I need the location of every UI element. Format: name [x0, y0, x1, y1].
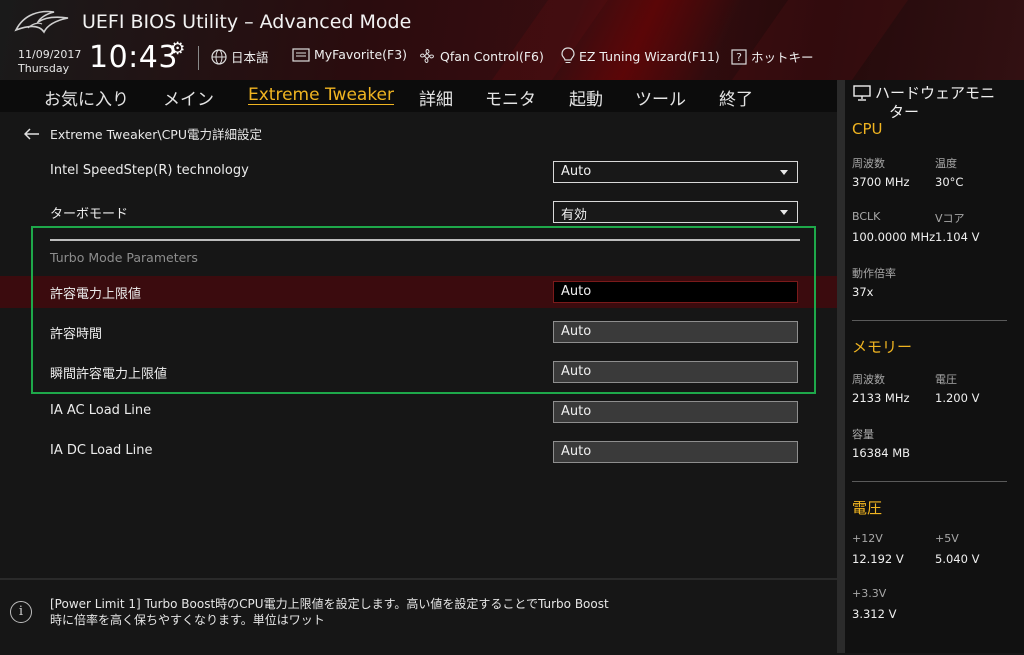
voltage-heading: 電圧 — [852, 499, 883, 517]
header-bar: UEFI BIOS Utility – Advanced Mode 11/09/… — [0, 0, 1024, 80]
hotkeys-button[interactable]: ? ホットキー — [731, 47, 814, 66]
setting-row-speedstep[interactable]: Intel SpeedStep(R) technology Auto — [0, 156, 837, 188]
rog-logo-icon — [14, 10, 69, 34]
tab-extreme-tweaker[interactable]: Extreme Tweaker — [248, 85, 394, 105]
main-nav: お気に入り メイン Extreme Tweaker 詳細 モニタ 起動 ツール … — [0, 80, 837, 112]
header-decor — [731, 0, 909, 80]
v33-label: +3.3V — [852, 587, 887, 600]
v12-label: +12V — [852, 532, 883, 545]
v5-value: 5.040 V — [935, 552, 980, 566]
setting-label: IA DC Load Line — [50, 443, 153, 458]
v12-value: 12.192 V — [852, 552, 904, 566]
language-label: 日本語 — [231, 50, 269, 65]
panel-divider — [837, 80, 845, 653]
setting-label: Intel SpeedStep(R) technology — [50, 163, 249, 178]
ez-tuning-button[interactable]: EZ Tuning Wizard(F11) — [561, 47, 720, 65]
tab-main[interactable]: メイン — [163, 85, 214, 110]
mem-volt-value: 1.200 V — [935, 391, 980, 405]
settings-panel: Extreme Tweaker\CPU電力詳細設定 Intel SpeedSte… — [0, 112, 837, 577]
cpu-temp-label: 温度 — [935, 157, 957, 170]
chevron-down-icon — [780, 210, 788, 215]
vcore-value: 1.104 V — [935, 230, 980, 244]
ia-dc-load-line-input[interactable]: Auto — [553, 441, 798, 463]
ratio-value: 37x — [852, 285, 874, 299]
hw-title-line1: ハードウェアモニ — [875, 84, 996, 102]
favorite-list-icon — [292, 47, 310, 62]
highlight-annotation-box — [31, 226, 816, 394]
input-value: Auto — [561, 444, 592, 459]
date-text: 11/09/2017 — [18, 48, 82, 61]
header-divider — [198, 46, 199, 70]
setting-label: IA AC Load Line — [50, 403, 152, 418]
header-decor — [491, 0, 609, 80]
bclk-label: BCLK — [852, 210, 881, 223]
help-bar: i [Power Limit 1] Turbo Boost時のCPU電力上限値を… — [0, 578, 837, 655]
myfavorite-button[interactable]: MyFavorite(F3) — [292, 47, 407, 62]
mem-cap-label: 容量 — [852, 428, 874, 441]
mem-freq-label: 周波数 — [852, 373, 885, 386]
hotkeys-label: ホットキー — [751, 50, 814, 65]
dropdown-value: 有効 — [561, 208, 588, 223]
hw-monitor-title: ハードウェアモニ ター — [853, 84, 1021, 122]
lightbulb-icon — [561, 47, 575, 63]
setting-row-turbo-mode[interactable]: ターボモード 有効 — [0, 196, 837, 228]
mem-cap-value: 16384 MB — [852, 446, 911, 460]
gear-icon[interactable]: ⚙ — [170, 39, 185, 59]
cpu-freq-label: 周波数 — [852, 157, 885, 170]
turbo-mode-dropdown[interactable]: 有効 — [553, 201, 798, 223]
cpu-freq-value: 3700 MHz — [852, 175, 910, 189]
setting-row-ia-ac-load-line[interactable]: IA AC Load Line Auto — [0, 396, 837, 428]
input-value: Auto — [561, 404, 592, 419]
weekday-text: Thursday — [18, 62, 70, 75]
fan-icon — [420, 49, 434, 63]
language-button[interactable]: 日本語 — [211, 47, 269, 66]
chevron-down-icon — [780, 170, 788, 175]
info-icon: i — [10, 601, 32, 623]
cpu-temp-value: 30°C — [935, 175, 964, 189]
vcore-label: Vコア — [935, 212, 965, 225]
v5-label: +5V — [935, 532, 959, 545]
hw-section-divider — [852, 481, 1007, 482]
tab-advanced[interactable]: 詳細 — [419, 85, 453, 110]
dropdown-value: Auto — [561, 164, 592, 179]
globe-icon — [211, 48, 227, 65]
app-title: UEFI BIOS Utility – Advanced Mode — [82, 11, 412, 33]
tab-tool[interactable]: ツール — [635, 85, 686, 110]
mem-volt-label: 電圧 — [935, 373, 957, 386]
myfavorite-label: MyFavorite(F3) — [314, 47, 408, 62]
tab-monitor[interactable]: モニタ — [485, 85, 536, 110]
svg-text:?: ? — [736, 51, 742, 64]
setting-label: ターボモード — [50, 207, 129, 222]
tab-favorites[interactable]: お気に入り — [44, 85, 129, 110]
qfan-button[interactable]: Qfan Control(F6) — [418, 47, 544, 65]
hardware-monitor-panel: ハードウェアモニ ター CPU 周波数 温度 3700 MHz 30°C BCL… — [845, 80, 1024, 653]
v33-value: 3.312 V — [852, 607, 897, 621]
setting-row-ia-dc-load-line[interactable]: IA DC Load Line Auto — [0, 436, 837, 468]
bclk-value: 100.0000 MHz — [852, 230, 936, 244]
hw-section-divider — [852, 320, 1007, 321]
mem-freq-value: 2133 MHz — [852, 391, 910, 405]
breadcrumb-path: Extreme Tweaker\CPU電力詳細設定 — [50, 127, 262, 142]
breadcrumb[interactable]: Extreme Tweaker\CPU電力詳細設定 — [24, 124, 262, 143]
cpu-heading: CPU — [852, 120, 883, 138]
help-box-icon: ? — [731, 48, 747, 65]
help-text: [Power Limit 1] Turbo Boost時のCPU電力上限値を設定… — [50, 597, 609, 627]
clock-time: 10:43 — [89, 40, 178, 75]
monitor-icon — [853, 85, 871, 101]
ratio-label: 動作倍率 — [852, 267, 896, 280]
memory-heading: メモリー — [852, 338, 913, 356]
ez-tuning-label: EZ Tuning Wizard(F11) — [579, 48, 720, 64]
back-arrow-icon[interactable] — [24, 127, 40, 140]
tab-boot[interactable]: 起動 — [569, 85, 603, 110]
tab-exit[interactable]: 終了 — [719, 85, 753, 110]
ia-ac-load-line-input[interactable]: Auto — [553, 401, 798, 423]
date-display: 11/09/2017 Thursday — [18, 48, 81, 76]
qfan-label: Qfan Control(F6) — [440, 48, 544, 64]
speedstep-dropdown[interactable]: Auto — [553, 161, 798, 183]
